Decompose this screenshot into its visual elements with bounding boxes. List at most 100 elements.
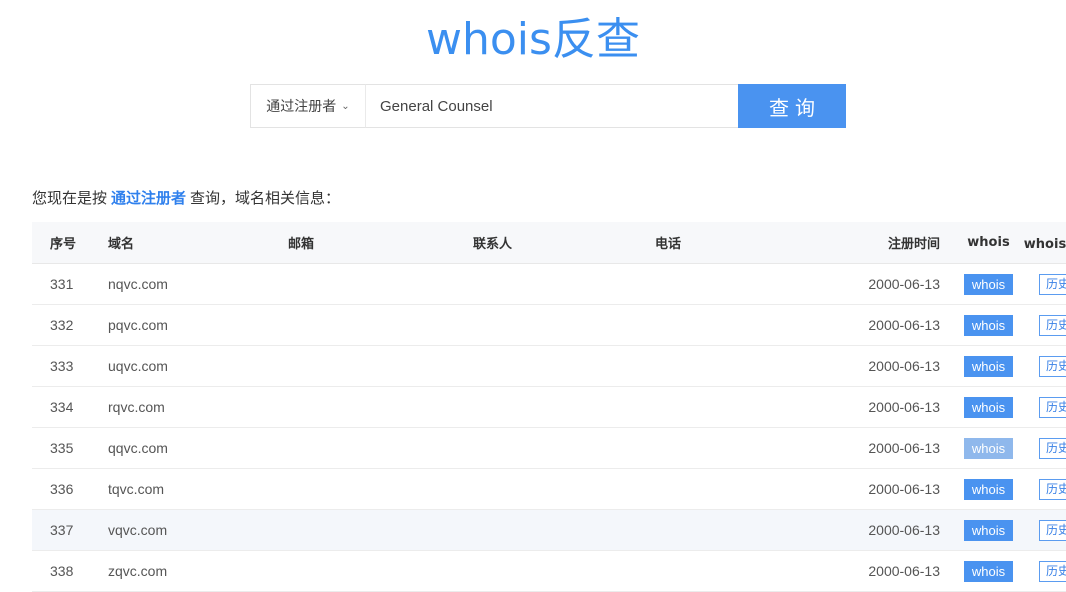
row-phone — [654, 468, 836, 510]
history-button[interactable]: 历史 — [1038, 478, 1066, 500]
row-phone — [654, 304, 836, 346]
row-number: 337 — [32, 509, 107, 551]
search-input[interactable] — [365, 84, 738, 128]
row-number: 331 — [32, 263, 107, 305]
row-number: 335 — [32, 427, 107, 469]
row-contact — [472, 427, 654, 469]
row-contact — [472, 304, 654, 346]
row-number: 334 — [32, 386, 107, 428]
row-email — [287, 509, 472, 551]
row-email — [287, 468, 472, 510]
row-date: 2000-06-13 — [836, 304, 958, 346]
row-email — [287, 550, 472, 592]
header-no: 序号 — [32, 222, 107, 264]
row-history-cell: 历史 — [1019, 468, 1066, 510]
row-history-cell: 历史 — [1019, 427, 1066, 469]
row-phone — [654, 550, 836, 592]
row-date: 2000-06-13 — [836, 386, 958, 428]
row-whois-cell: whois — [958, 509, 1019, 551]
table-row: 336 tqvc.com 2000-06-13 whois 历史 — [32, 468, 1066, 510]
table-row: 331 nqvc.com 2000-06-13 whois 历史 — [32, 263, 1066, 305]
whois-button[interactable]: whois — [963, 273, 1014, 295]
row-whois-cell: whois — [958, 550, 1019, 592]
header-phone: 电话 — [654, 222, 836, 264]
header-contact: 联系人 — [472, 222, 654, 264]
row-phone — [654, 509, 836, 551]
history-button[interactable]: 历史 — [1038, 519, 1066, 541]
whois-button[interactable]: whois — [963, 437, 1014, 459]
whois-button[interactable]: whois — [963, 396, 1014, 418]
row-email — [287, 386, 472, 428]
result-table: 序号 域名 邮箱 联系人 电话 注册时间 whois whois历史 331nq… — [32, 222, 1066, 592]
row-domain[interactable]: uqvc.com — [107, 345, 287, 387]
whois-button[interactable]: whois — [963, 519, 1014, 541]
row-date: 2000-06-13 — [836, 468, 958, 510]
chevron-down-icon: ⌄ — [341, 100, 350, 112]
history-button[interactable]: 历史 — [1038, 355, 1066, 377]
history-button[interactable]: 历史 — [1038, 437, 1066, 459]
row-email — [287, 304, 472, 346]
row-domain[interactable]: pqvc.com — [107, 304, 287, 346]
row-history-cell: 历史 — [1019, 304, 1066, 346]
row-email — [287, 427, 472, 469]
row-whois-cell: whois — [958, 427, 1019, 469]
row-domain[interactable]: zqvc.com — [107, 550, 287, 592]
history-button[interactable]: 历史 — [1038, 560, 1066, 582]
row-contact — [472, 386, 654, 428]
row-number: 332 — [32, 304, 107, 346]
header-whois: whois — [958, 222, 1019, 264]
header-history: whois历史 — [1019, 222, 1066, 264]
info-mode-link[interactable]: 通过注册者 — [111, 189, 186, 207]
row-history-cell: 历史 — [1019, 263, 1066, 305]
row-whois-cell: whois — [958, 468, 1019, 510]
table-row: 334 rqvc.com 2000-06-13 whois 历史 — [32, 386, 1066, 428]
search-mode-label: 通过注册者 — [266, 99, 337, 115]
search-mode-select[interactable]: 通过注册者 ⌄ — [250, 84, 365, 128]
row-number: 338 — [32, 550, 107, 592]
row-history-cell: 历史 — [1019, 550, 1066, 592]
info-prefix: 您现在是按 — [32, 189, 108, 207]
history-button[interactable]: 历史 — [1038, 273, 1066, 295]
table-header-row: 序号 域名 邮箱 联系人 电话 注册时间 whois whois历史 — [32, 222, 1066, 264]
row-email — [287, 345, 472, 387]
whois-button[interactable]: whois — [963, 478, 1014, 500]
row-number: 333 — [32, 345, 107, 387]
table-row: 333 uqvc.com 2000-06-13 whois 历史 — [32, 345, 1066, 387]
row-phone — [654, 263, 836, 305]
row-domain[interactable]: tqvc.com — [107, 468, 287, 510]
row-history-cell: 历史 — [1019, 345, 1066, 387]
row-contact — [472, 550, 654, 592]
row-domain[interactable]: vqvc.com — [107, 509, 287, 551]
header-email: 邮箱 — [287, 222, 472, 264]
row-whois-cell: whois — [958, 263, 1019, 305]
row-whois-cell: whois — [958, 386, 1019, 428]
row-contact — [472, 468, 654, 510]
row-contact — [472, 509, 654, 551]
row-email — [287, 263, 472, 305]
row-contact — [472, 263, 654, 305]
row-domain[interactable]: qqvc.com — [107, 427, 287, 469]
search-button[interactable]: 查询 — [738, 84, 846, 128]
whois-button[interactable]: whois — [963, 355, 1014, 377]
row-date: 2000-06-13 — [836, 509, 958, 551]
row-domain[interactable]: nqvc.com — [107, 263, 287, 305]
header-date: 注册时间 — [836, 222, 958, 264]
row-history-cell: 历史 — [1019, 386, 1066, 428]
row-history-cell: 历史 — [1019, 509, 1066, 551]
row-date: 2000-06-13 — [836, 263, 958, 305]
row-phone — [654, 345, 836, 387]
row-date: 2000-06-13 — [836, 550, 958, 592]
whois-button[interactable]: whois — [963, 560, 1014, 582]
history-button[interactable]: 历史 — [1038, 314, 1066, 336]
row-phone — [654, 386, 836, 428]
page-title: whois反查 — [426, 14, 640, 65]
row-domain[interactable]: rqvc.com — [107, 386, 287, 428]
info-suffix: 查询，域名相关信息： — [190, 189, 341, 207]
table-row: 332 pqvc.com 2000-06-13 whois 历史 — [32, 304, 1066, 346]
row-date: 2000-06-13 — [836, 345, 958, 387]
header-domain: 域名 — [107, 222, 287, 264]
search-bar: 通过注册者 ⌄ 查询 — [250, 84, 846, 128]
history-button[interactable]: 历史 — [1038, 396, 1066, 418]
whois-button[interactable]: whois — [963, 314, 1014, 336]
row-number: 336 — [32, 468, 107, 510]
